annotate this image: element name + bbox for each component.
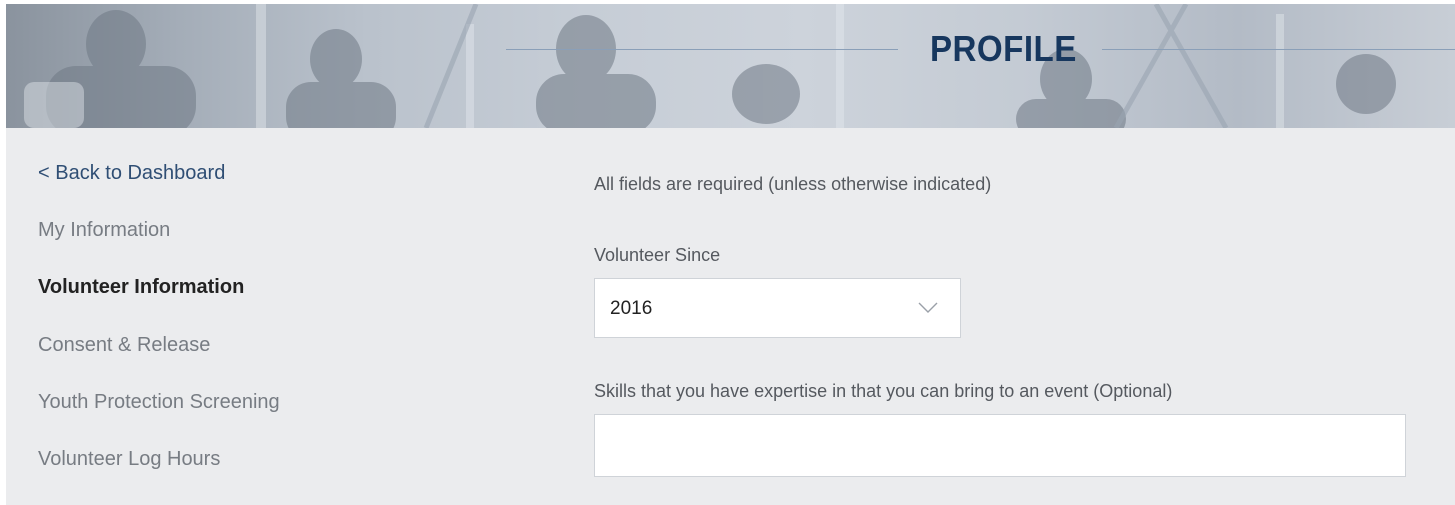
chevron-down-icon [918,301,938,319]
sidebar-item-consent-release[interactable]: Consent & Release [38,334,210,357]
volunteer-since-label: Volunteer Since [594,245,721,265]
title-rule-right [1102,49,1455,50]
title-rule-left [506,49,898,50]
sidebar-item-youth-protection-screening[interactable]: Youth Protection Screening [38,391,280,414]
page-frame: PROFILE < Back to Dashboard My Informati… [6,4,1455,505]
sidebar-item-volunteer-information[interactable]: Volunteer Information [38,276,244,299]
header-banner: PROFILE [6,4,1455,128]
volunteer-since-select[interactable]: 2016 [594,278,961,338]
sidebar-item-volunteer-log-hours[interactable]: Volunteer Log Hours [38,448,220,471]
crowd-photo-banner [24,4,1396,128]
required-fields-note: All fields are required (unless otherwis… [594,174,992,194]
volunteer-info-form: All fields are required (unless otherwis… [594,128,1414,505]
skills-input[interactable] [594,414,1406,477]
sidebar-item-my-information[interactable]: My Information [38,219,170,242]
profile-sidebar: < Back to Dashboard My Information Volun… [6,128,566,505]
back-to-dashboard-link[interactable]: < Back to Dashboard [38,162,225,185]
volunteer-since-value: 2016 [610,298,653,319]
page-title: PROFILE [930,28,1077,69]
skills-label: Skills that you have expertise in that y… [594,381,1173,401]
